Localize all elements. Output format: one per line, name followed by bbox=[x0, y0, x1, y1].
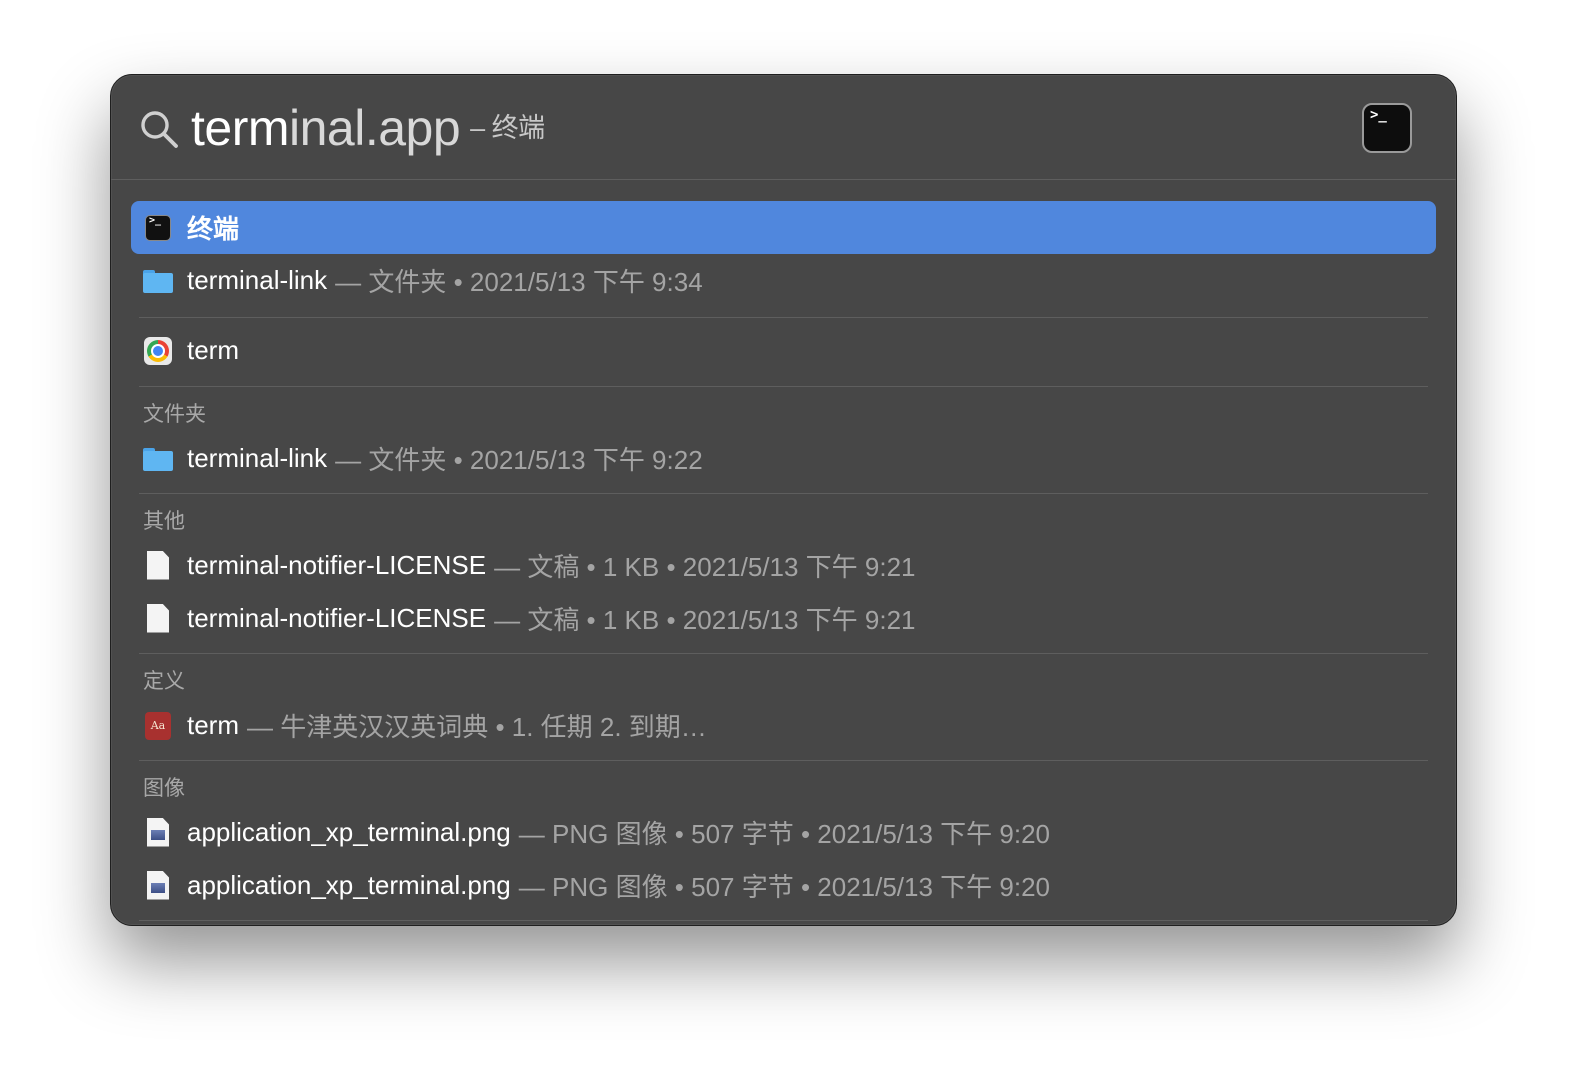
divider bbox=[139, 386, 1428, 387]
result-row-definition[interactable]: Aa term — 牛津英汉汉英词典 • 1. 任期 2. 到期… bbox=[131, 699, 1436, 752]
result-meta: — 牛津英汉汉英词典 • 1. 任期 2. 到期… bbox=[247, 712, 707, 742]
result-title: term bbox=[187, 335, 239, 365]
document-icon bbox=[143, 603, 173, 634]
section-header-images: 图像 bbox=[143, 777, 185, 800]
png-image-icon bbox=[143, 817, 173, 848]
result-meta: — 文件夹 • 2021/5/13 下午 9:22 bbox=[335, 445, 703, 475]
result-title: application_xp_terminal.png bbox=[187, 870, 511, 900]
section-header-definitions: 定义 bbox=[143, 670, 185, 693]
result-title: 终端 bbox=[187, 214, 240, 244]
divider bbox=[139, 760, 1428, 761]
result-title: terminal-notifier-LICENSE bbox=[187, 603, 487, 633]
terminal-app-icon: >_ bbox=[1362, 103, 1412, 153]
search-query-hint: – 终端 bbox=[470, 113, 545, 143]
search-icon bbox=[141, 111, 178, 148]
terminal-icon bbox=[143, 213, 173, 243]
document-icon bbox=[143, 550, 173, 581]
result-title: term bbox=[187, 710, 239, 740]
search-query-completion: inal.app bbox=[289, 100, 461, 156]
result-row-folder[interactable]: terminal-link — 文件夹 • 2021/5/13 下午 9:22 bbox=[131, 432, 1436, 485]
result-row-chrome-term[interactable]: term bbox=[131, 324, 1436, 377]
search-bar[interactable]: terminal.app – 终端 >_ bbox=[111, 75, 1456, 180]
divider bbox=[139, 317, 1428, 318]
result-title: terminal-notifier-LICENSE bbox=[187, 550, 487, 580]
search-query-typed: term bbox=[191, 100, 290, 156]
section-header-folders: 文件夹 bbox=[143, 403, 206, 426]
result-row-document[interactable]: terminal-notifier-LICENSE — 文稿 • 1 KB • … bbox=[131, 592, 1436, 645]
png-image-icon bbox=[143, 870, 173, 901]
result-meta: — 文稿 • 1 KB • 2021/5/13 下午 9:21 bbox=[494, 605, 916, 635]
result-row-folder[interactable]: terminal-link — 文件夹 • 2021/5/13 下午 9:34 bbox=[131, 254, 1436, 307]
folder-icon bbox=[143, 266, 173, 296]
result-row-image[interactable]: application_xp_terminal.png — PNG 图像 • 5… bbox=[131, 806, 1436, 859]
section-header-other: 其他 bbox=[143, 510, 185, 533]
result-row-terminal-app[interactable]: 终端 bbox=[131, 201, 1436, 254]
result-row-image[interactable]: application_xp_terminal.png — PNG 图像 • 5… bbox=[131, 859, 1436, 912]
divider bbox=[139, 920, 1428, 921]
terminal-prompt-glyph: >_ bbox=[1370, 107, 1387, 123]
result-meta: — 文件夹 • 2021/5/13 下午 9:34 bbox=[335, 267, 703, 297]
divider bbox=[139, 493, 1428, 494]
spotlight-window: terminal.app– 终端 >_ 终端 terminal-link — 文… bbox=[110, 74, 1457, 926]
divider bbox=[139, 653, 1428, 654]
result-title: terminal-link bbox=[187, 265, 328, 295]
search-input[interactable]: terminal.app – 终端 bbox=[191, 97, 545, 159]
result-meta: — PNG 图像 • 507 字节 • 2021/5/13 下午 9:20 bbox=[518, 872, 1050, 902]
result-title: application_xp_terminal.png bbox=[187, 817, 511, 847]
dictionary-icon: Aa bbox=[143, 711, 173, 741]
result-title: terminal-link bbox=[187, 443, 328, 473]
folder-icon bbox=[143, 444, 173, 474]
result-meta: — PNG 图像 • 507 字节 • 2021/5/13 下午 9:20 bbox=[518, 819, 1050, 849]
result-row-document[interactable]: terminal-notifier-LICENSE — 文稿 • 1 KB • … bbox=[131, 539, 1436, 592]
result-meta: — 文稿 • 1 KB • 2021/5/13 下午 9:21 bbox=[494, 552, 916, 582]
chrome-icon bbox=[143, 336, 173, 366]
